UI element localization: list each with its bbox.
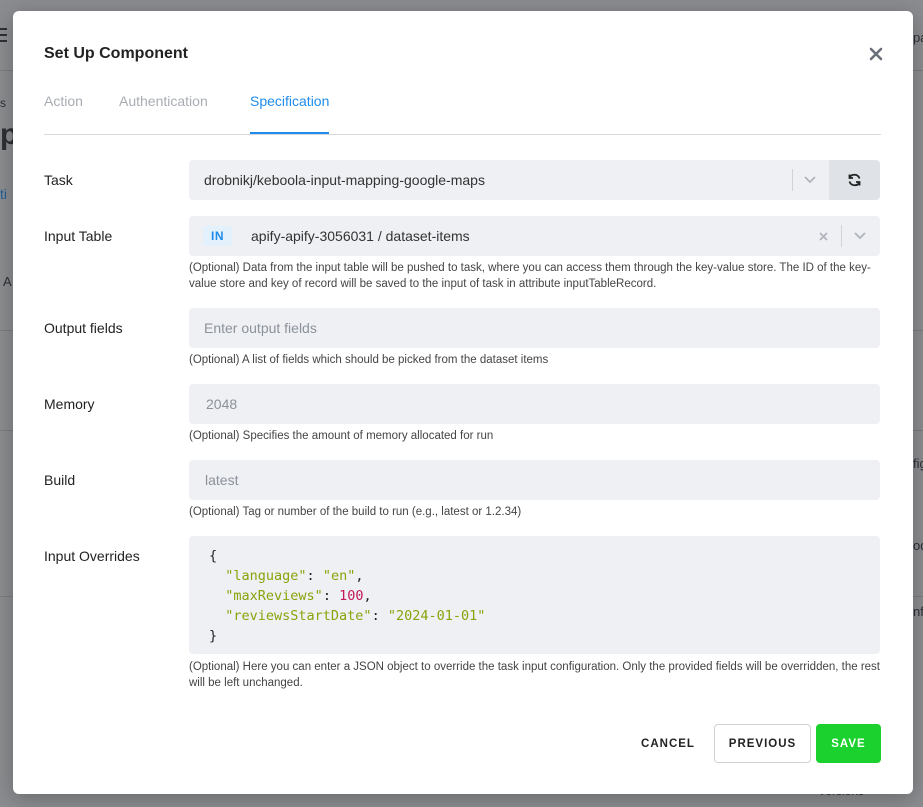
- memory-label: Memory: [44, 396, 95, 412]
- output-fields-help: (Optional) A list of fields which should…: [189, 354, 549, 366]
- task-label: Task: [44, 172, 73, 188]
- input-overrides-label: Input Overrides: [44, 548, 140, 564]
- code-brace: }: [209, 628, 218, 644]
- code-brace: {: [209, 548, 218, 564]
- bg-text: nf: [913, 604, 923, 619]
- memory-input[interactable]: 2048: [189, 384, 880, 424]
- bg-text: ti: [0, 186, 7, 202]
- refresh-button[interactable]: [829, 160, 880, 200]
- code-key: "maxReviews": [225, 588, 323, 604]
- input-table-label: Input Table: [44, 228, 113, 244]
- code-value: 100: [339, 588, 364, 604]
- select-separator: [841, 225, 842, 247]
- setup-component-modal: Set Up Component Action Authentication S…: [13, 11, 913, 794]
- build-help: (Optional) Tag or number of the build to…: [189, 506, 522, 518]
- cancel-button[interactable]: CANCEL: [630, 724, 706, 763]
- bg-text: A: [3, 274, 12, 289]
- chevron-down-icon: [804, 176, 816, 184]
- input-overrides-help: (Optional) Here you can enter a JSON obj…: [189, 661, 880, 689]
- code-line: }: [209, 626, 860, 646]
- input-table-help: (Optional) Data from the input table wil…: [189, 262, 871, 290]
- bg-text: s: [0, 96, 6, 110]
- modal-title: Set Up Component: [44, 45, 188, 62]
- tab-bar: Action Authentication Specification: [44, 93, 881, 135]
- bg-menu-icon: [0, 28, 7, 42]
- code-line: {: [209, 546, 860, 566]
- code-value: "en": [322, 568, 356, 584]
- code-key: "reviewsStartDate": [225, 608, 372, 624]
- output-fields-placeholder: Enter output fields: [204, 320, 317, 336]
- tab-specification[interactable]: Specification: [250, 93, 330, 134]
- task-value: drobnikj/keboola-input-mapping-google-ma…: [204, 172, 485, 188]
- previous-button[interactable]: PREVIOUS: [714, 724, 811, 763]
- memory-help: (Optional) Specifies the amount of memor…: [189, 430, 494, 442]
- tab-authentication[interactable]: Authentication: [119, 93, 208, 133]
- close-button[interactable]: [867, 45, 885, 63]
- output-fields-input[interactable]: Enter output fields: [189, 308, 880, 348]
- chevron-down-icon: [854, 232, 866, 240]
- code-line: "maxReviews": 100,: [225, 588, 372, 604]
- code-key: "language": [225, 568, 307, 584]
- input-table-value: apify-apify-3056031 / dataset-items: [251, 228, 470, 244]
- in-badge: IN: [203, 226, 232, 246]
- refresh-icon: [848, 173, 861, 187]
- code-line: "language": "en",: [225, 568, 364, 584]
- memory-value: 2048: [206, 396, 238, 412]
- build-label: Build: [44, 472, 76, 488]
- tab-action[interactable]: Action: [44, 93, 83, 133]
- output-fields-label: Output fields: [44, 320, 123, 336]
- code-line: "reviewsStartDate": "2024-01-01": [225, 608, 486, 624]
- bg-text: pa: [913, 30, 923, 45]
- select-separator: [792, 169, 793, 191]
- clear-icon[interactable]: [818, 231, 829, 242]
- code-value: "2024-01-01": [387, 608, 486, 624]
- bg-text: fig: [913, 456, 923, 471]
- input-table-select[interactable]: IN apify-apify-3056031 / dataset-items: [189, 216, 880, 256]
- bg-text: od: [913, 538, 923, 553]
- input-overrides-editor[interactable]: { "language": "en", "maxReviews": 100, "…: [189, 536, 880, 654]
- build-input[interactable]: latest: [189, 460, 880, 500]
- task-select[interactable]: drobnikj/keboola-input-mapping-google-ma…: [189, 160, 829, 200]
- build-value: latest: [205, 472, 239, 488]
- save-button[interactable]: SAVE: [816, 724, 881, 763]
- close-icon: [869, 47, 883, 61]
